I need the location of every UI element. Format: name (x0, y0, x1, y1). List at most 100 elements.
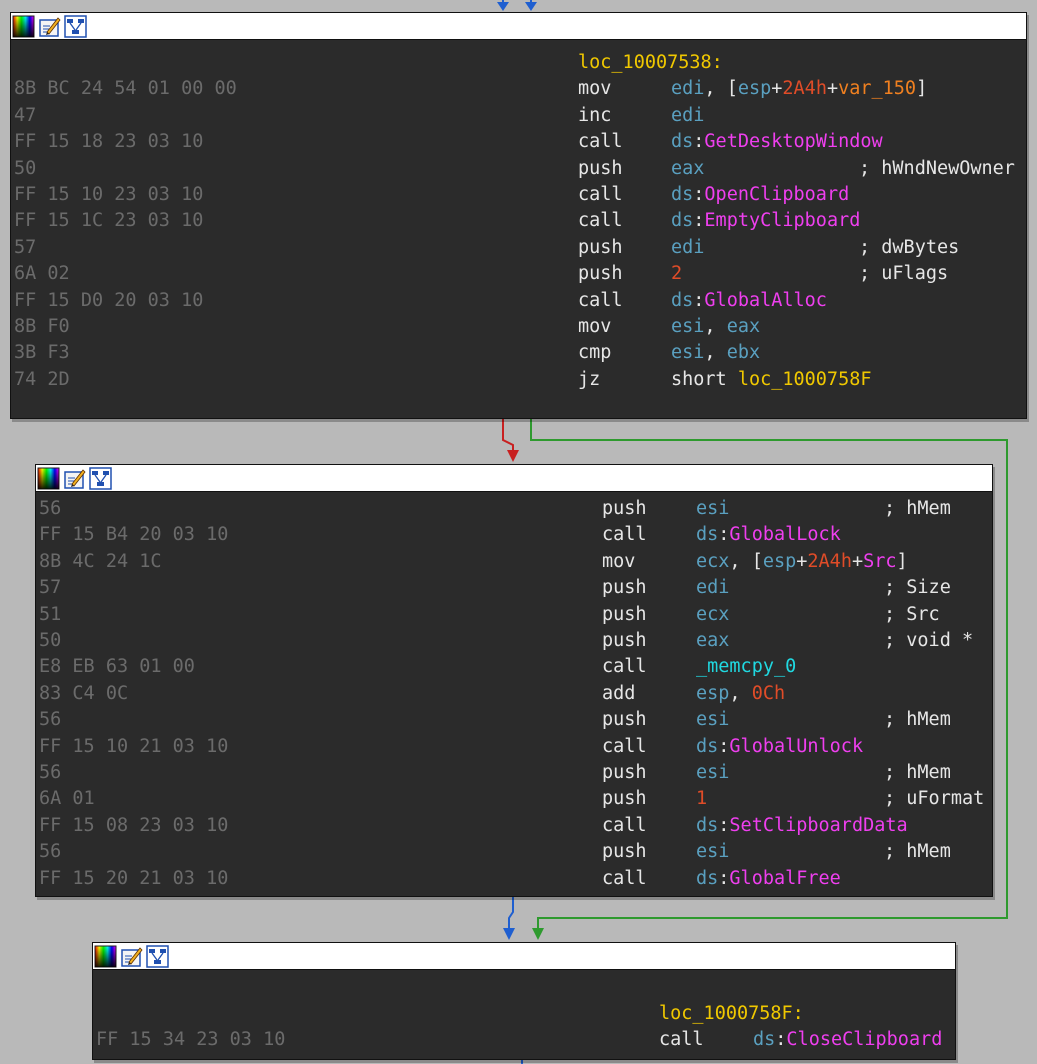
instruction-mnemonic[interactable]: mov (578, 314, 611, 340)
instruction-operands[interactable]: esp, 0Ch (696, 681, 785, 707)
instruction-line[interactable]: 57 push edi ; Size (36, 575, 992, 601)
instruction-line[interactable]: 3B F3 cmp esi, ebx (11, 340, 1026, 366)
color-palette-icon[interactable] (94, 945, 117, 968)
operand-reg[interactable]: esi (671, 316, 704, 337)
instruction-line[interactable]: 6A 01 push 1 ; uFormat (36, 786, 992, 812)
operand-reg[interactable]: eax (727, 316, 760, 337)
instruction-mnemonic[interactable]: push (602, 602, 647, 628)
instruction-line[interactable]: 83 C4 0C add esp, 0Ch (36, 681, 992, 707)
instruction-mnemonic[interactable]: call (578, 208, 623, 234)
instruction-mnemonic[interactable]: push (602, 628, 647, 654)
instruction-operands[interactable]: ds:GetDesktopWindow (671, 129, 883, 155)
edge-normal-flow[interactable] (508, 896, 514, 932)
operand-reg[interactable]: eax (671, 158, 704, 179)
instruction-line[interactable]: 50 push eax ; void * (36, 628, 992, 654)
operand-reg[interactable]: edi (696, 577, 729, 598)
instruction-operands[interactable]: esi, eax (671, 314, 760, 340)
instruction-line[interactable]: FF 15 10 21 03 10 call ds:GlobalUnlock (36, 734, 992, 760)
instruction-operands[interactable]: ds:GlobalUnlock (696, 734, 863, 760)
instruction-operands[interactable]: edi (671, 235, 704, 261)
operand-reg[interactable]: ecx (696, 551, 729, 572)
operand-reg[interactable]: ds (753, 1029, 775, 1050)
operand-reg[interactable]: edi (671, 237, 704, 258)
operand-reg[interactable]: esi (696, 709, 729, 730)
instruction-mnemonic[interactable]: call (578, 182, 623, 208)
operand-reg[interactable]: ds (696, 815, 718, 836)
instruction-operands[interactable]: 2 (671, 261, 682, 287)
instruction-line[interactable]: 51 push ecx ; Src (36, 602, 992, 628)
location-label[interactable]: loc_1000758F: (659, 1001, 804, 1027)
instruction-operands[interactable]: esi (696, 760, 729, 786)
instruction-line[interactable]: 8B 4C 24 1C mov ecx, [esp+2A4h+Src] (36, 549, 992, 575)
operand-func[interactable]: _memcpy_0 (696, 656, 796, 677)
instruction-mnemonic[interactable]: call (602, 654, 647, 680)
operand-api[interactable]: Src (863, 551, 896, 572)
instruction-mnemonic[interactable]: call (659, 1027, 704, 1053)
operand-reg[interactable]: ecx (696, 604, 729, 625)
operand-reg[interactable]: ds (696, 524, 718, 545)
graph-node-loc-10007538[interactable]: loc_10007538: 8B BC 24 54 01 00 00 mov edi,… (10, 12, 1027, 419)
instruction-operands[interactable]: ds:SetClipboardData (696, 813, 908, 839)
code-label-line[interactable]: loc_10007538: (11, 50, 1026, 76)
instruction-mnemonic[interactable]: push (602, 575, 647, 601)
graph-overview-icon[interactable] (146, 944, 169, 968)
edit-node-icon[interactable] (120, 945, 143, 968)
instruction-line[interactable]: E8 EB 63 01 00 call _memcpy_0 (36, 654, 992, 680)
operand-reg[interactable]: esi (696, 498, 729, 519)
instruction-mnemonic[interactable]: add (602, 681, 635, 707)
instruction-line[interactable]: 56 push esi ; hMem (36, 839, 992, 865)
instruction-mnemonic[interactable]: push (602, 839, 647, 865)
instruction-line[interactable]: 56 push esi ; hMem (36, 707, 992, 733)
color-palette-icon[interactable] (12, 15, 35, 38)
operand-reg[interactable]: eax (696, 630, 729, 651)
edge-false-branch[interactable] (502, 418, 514, 455)
graph-overview-icon[interactable] (64, 14, 87, 38)
instruction-line[interactable]: 6A 02 push 2 ; uFlags (11, 261, 1026, 287)
instruction-operands[interactable]: _memcpy_0 (696, 654, 796, 680)
instruction-line[interactable]: 47 inc edi (11, 103, 1026, 129)
operand-api[interactable]: EmptyClipboard (704, 210, 860, 231)
instruction-line[interactable]: 56 push esi ; hMem (36, 760, 992, 786)
operand-reg[interactable]: esi (696, 841, 729, 862)
operand-api[interactable]: GlobalFree (729, 868, 840, 889)
instruction-mnemonic[interactable]: push (578, 156, 623, 182)
instruction-line[interactable]: FF 15 1C 23 03 10 call ds:EmptyClipboard (11, 208, 1026, 234)
instruction-operands[interactable]: esi, ebx (671, 340, 760, 366)
instruction-operands[interactable]: 1 (696, 786, 707, 812)
operand-reg[interactable]: edi (671, 105, 704, 126)
instruction-mnemonic[interactable]: push (602, 496, 647, 522)
instruction-operands[interactable]: edi, [esp+2A4h+var_150] (671, 76, 927, 102)
instruction-mnemonic[interactable]: call (578, 288, 623, 314)
instruction-mnemonic[interactable]: jz (578, 367, 600, 393)
instruction-operands[interactable]: ds:EmptyClipboard (671, 208, 860, 234)
instruction-operands[interactable]: esi (696, 707, 729, 733)
instruction-mnemonic[interactable]: call (602, 734, 647, 760)
instruction-mnemonic[interactable]: push (602, 760, 647, 786)
instruction-mnemonic[interactable]: mov (602, 549, 635, 575)
operand-api[interactable]: CloseClipboard (786, 1029, 942, 1050)
operand-reg[interactable]: esp (763, 551, 796, 572)
instruction-operands[interactable]: eax (671, 156, 704, 182)
operand-api[interactable]: SetClipboardData (729, 815, 907, 836)
instruction-mnemonic[interactable]: inc (578, 103, 611, 129)
code-label-line[interactable]: loc_1000758F: (93, 1001, 955, 1027)
instruction-line[interactable]: 8B BC 24 54 01 00 00 mov edi, [esp+2A4h+va… (11, 76, 1026, 102)
operand-reg[interactable]: ds (671, 290, 693, 311)
color-palette-icon[interactable] (37, 467, 60, 490)
instruction-operands[interactable]: ds:GlobalLock (696, 522, 841, 548)
instruction-mnemonic[interactable]: call (602, 813, 647, 839)
operand-reg[interactable]: ds (696, 736, 718, 757)
graph-overview-icon[interactable] (89, 466, 112, 490)
operand-reg[interactable]: esp (738, 78, 771, 99)
instruction-mnemonic[interactable]: push (578, 235, 623, 261)
operand-reg[interactable]: esi (671, 342, 704, 363)
instruction-operands[interactable]: edi (696, 575, 729, 601)
instruction-line[interactable]: FF 15 34 23 03 10 call ds:CloseClipboard (93, 1027, 955, 1053)
operand-reg[interactable]: ds (671, 210, 693, 231)
operand-loc[interactable]: loc_1000758F (738, 369, 872, 390)
instruction-operands[interactable]: ds:GlobalFree (696, 866, 841, 892)
instruction-operands[interactable]: ds:GlobalAlloc (671, 288, 827, 314)
operand-api[interactable]: GetDesktopWindow (704, 131, 882, 152)
instruction-mnemonic[interactable]: call (578, 129, 623, 155)
instruction-mnemonic[interactable]: call (602, 522, 647, 548)
